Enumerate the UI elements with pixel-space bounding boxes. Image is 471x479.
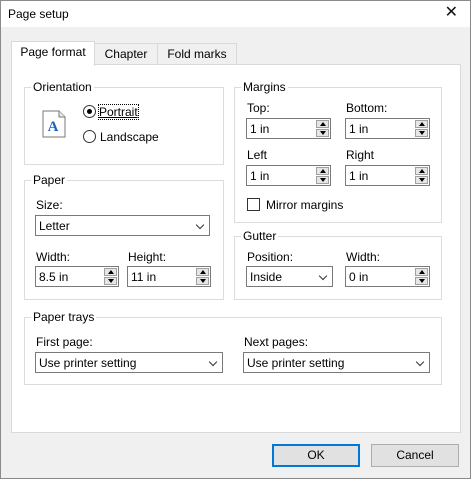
- margin-right-down-button[interactable]: [415, 176, 428, 184]
- margin-right-up-button[interactable]: [415, 167, 428, 175]
- portrait-radio-dot: [87, 109, 92, 114]
- paper-size-value: Letter: [39, 219, 70, 233]
- margin-top-label: Top:: [247, 101, 270, 115]
- chevron-down-icon: [318, 271, 328, 281]
- gutter-width-up-button[interactable]: [415, 268, 428, 276]
- margin-left-spinner[interactable]: 1 in: [246, 165, 331, 186]
- ok-button[interactable]: OK: [272, 444, 360, 467]
- tab-fold-marks[interactable]: Fold marks: [157, 43, 237, 65]
- paper-size-dropdown[interactable]: Letter: [35, 215, 210, 236]
- portrait-radio[interactable]: [83, 105, 96, 118]
- paper-height-down-button[interactable]: [196, 277, 209, 285]
- margin-left-label: Left: [247, 148, 268, 162]
- gutter-width-value: 0 in: [349, 270, 369, 284]
- margin-top-up-button[interactable]: [316, 120, 329, 128]
- gutter-width-label: Width:: [346, 250, 381, 264]
- page-setup-dialog: Page setup ✕ Page format Chapter Fold ma…: [0, 0, 471, 479]
- paper-size-label: Size:: [36, 198, 63, 212]
- paper-width-up-button[interactable]: [104, 268, 117, 276]
- first-page-label: First page:: [36, 335, 93, 349]
- close-icon[interactable]: ✕: [445, 4, 458, 22]
- margin-top-value: 1 in: [250, 122, 270, 136]
- next-pages-value: Use printer setting: [247, 356, 345, 370]
- margin-bottom-spinner[interactable]: 1 in: [345, 118, 430, 139]
- tab-chapter-label: Chapter: [104, 47, 148, 61]
- tab-fold-marks-label: Fold marks: [167, 47, 227, 61]
- margin-left-down-button[interactable]: [316, 176, 329, 184]
- gutter-width-spinner[interactable]: 0 in: [345, 266, 430, 287]
- gutter-width-down-button[interactable]: [415, 277, 428, 285]
- portrait-label-text: Portrait: [99, 105, 138, 119]
- gutter-position-dropdown[interactable]: Inside: [246, 266, 333, 287]
- paper-width-value: 8.5 in: [39, 270, 69, 284]
- margin-bottom-down-button[interactable]: [415, 129, 428, 137]
- margin-right-spinner[interactable]: 1 in: [345, 165, 430, 186]
- portrait-icon-letter: A: [48, 119, 59, 135]
- portrait-page-icon: A: [42, 110, 66, 138]
- next-pages-dropdown[interactable]: Use printer setting: [243, 352, 430, 373]
- margin-left-value: 1 in: [250, 169, 270, 183]
- tab-page-format[interactable]: Page format: [11, 41, 95, 66]
- title-bar: Page setup ✕: [1, 1, 470, 27]
- landscape-label[interactable]: Landscape: [100, 130, 159, 144]
- paper-width-label: Width:: [36, 250, 71, 264]
- tab-chapter[interactable]: Chapter: [93, 43, 159, 65]
- margin-bottom-value: 1 in: [349, 122, 369, 136]
- gutter-group-title: Gutter: [241, 229, 279, 243]
- margins-group-title: Margins: [241, 80, 288, 94]
- paper-group-title: Paper: [31, 173, 68, 187]
- paper-height-up-button[interactable]: [196, 268, 209, 276]
- margin-bottom-label: Bottom:: [346, 101, 388, 115]
- chevron-down-icon: [208, 357, 218, 367]
- chevron-down-icon: [415, 357, 425, 367]
- paper-width-down-button[interactable]: [104, 277, 117, 285]
- chevron-down-icon: [195, 220, 205, 230]
- window-title: Page setup: [8, 7, 69, 21]
- gutter-position-label: Position:: [247, 250, 294, 264]
- paper-height-spinner[interactable]: 11 in: [127, 266, 211, 287]
- margin-top-down-button[interactable]: [316, 129, 329, 137]
- paper-trays-group-title: Paper trays: [31, 310, 97, 324]
- tab-page-format-label: Page format: [20, 45, 86, 59]
- next-pages-label: Next pages:: [244, 335, 309, 349]
- margin-top-spinner[interactable]: 1 in: [246, 118, 331, 139]
- first-page-value: Use printer setting: [39, 356, 137, 370]
- paper-width-spinner[interactable]: 8.5 in: [35, 266, 119, 287]
- landscape-radio[interactable]: [83, 130, 96, 143]
- cancel-button[interactable]: Cancel: [371, 444, 459, 467]
- mirror-margins-checkbox[interactable]: [247, 198, 260, 211]
- paper-height-label: Height:: [128, 250, 167, 264]
- first-page-dropdown[interactable]: Use printer setting: [35, 352, 223, 373]
- margin-bottom-up-button[interactable]: [415, 120, 428, 128]
- paper-height-value: 11 in: [131, 270, 157, 284]
- orientation-group-title: Orientation: [31, 80, 94, 94]
- gutter-position-value: Inside: [250, 270, 283, 284]
- paper-trays-group: Paper trays: [24, 310, 442, 385]
- margin-right-label: Right: [346, 148, 375, 162]
- portrait-label[interactable]: Portrait: [98, 104, 139, 120]
- mirror-margins-label[interactable]: Mirror margins: [266, 198, 343, 212]
- margin-left-up-button[interactable]: [316, 167, 329, 175]
- margin-right-value: 1 in: [349, 169, 369, 183]
